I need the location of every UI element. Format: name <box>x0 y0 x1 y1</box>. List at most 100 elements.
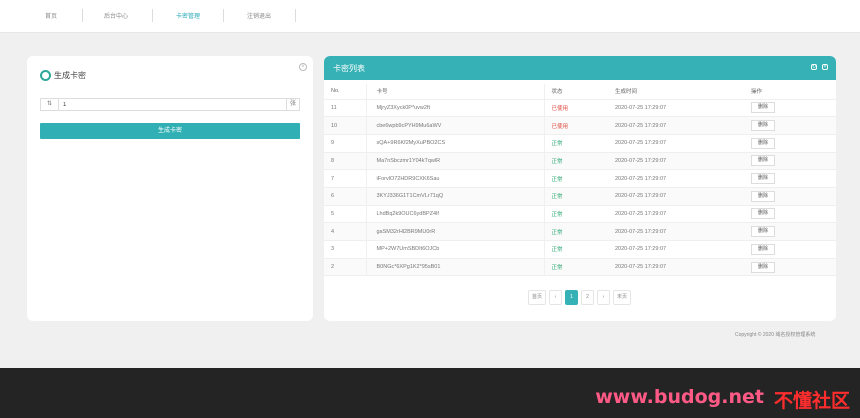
row-status: 正常 <box>543 187 608 206</box>
row-no: 5 <box>324 205 366 224</box>
row-status: 正常 <box>543 222 608 241</box>
col-no: No. <box>324 84 366 100</box>
table-row: 8 Ma7nSbczmr1Y04kTqwlR 正常 2020-07-25 17:29:… <box>324 152 836 171</box>
page-next[interactable]: › <box>597 290 611 305</box>
delete-button[interactable]: 删除 <box>751 155 775 167</box>
table-row: 10 cbe6wpb9cPYH9Mu6aWV 已使用 2020-07-25 17:29… <box>324 116 836 135</box>
row-card-number: sQA+9R6Kf2MyXuPBO2CS <box>365 134 544 153</box>
delete-button[interactable]: 删除 <box>751 243 775 255</box>
nav-logout[interactable]: 注销退出 <box>247 11 271 23</box>
delete-button[interactable]: 删除 <box>751 173 775 185</box>
nav-divider <box>152 9 153 22</box>
card-list-title: 卡密列表 <box>333 64 365 73</box>
sort-icon: ⇅ <box>41 99 59 110</box>
page-1[interactable]: 1 <box>565 290 579 305</box>
close-circle-icon[interactable]: × <box>299 63 307 71</box>
table-row: 5 LhdBq2k9OUC6ydBPZ4lf 正常 2020-07-25 17:29:… <box>324 205 836 224</box>
row-card-number: LhdBq2k9OUC6ydBPZ4lf <box>365 205 544 224</box>
col-status: 状态 <box>543 84 608 100</box>
nav-divider <box>295 9 296 22</box>
row-no: 4 <box>324 222 366 241</box>
nav-divider <box>223 9 224 22</box>
nav-home[interactable]: 首页 <box>45 11 57 23</box>
delete-button[interactable]: 删除 <box>751 190 775 202</box>
generate-panel-title: 生成卡密 <box>40 68 86 82</box>
copyright: Copyright © 2020 域名授权管理系统 <box>735 332 816 338</box>
row-action: 删除 <box>751 205 836 224</box>
quantity-unit: 张 <box>286 99 299 110</box>
circle-icon <box>40 69 51 81</box>
row-no: 8 <box>324 152 366 171</box>
card-list-header: 卡密列表 ↻ × <box>324 56 836 80</box>
row-created-time: 2020-07-25 17:29:07 <box>608 258 751 277</box>
row-action: 删除 <box>751 222 836 241</box>
row-status: 正常 <box>543 134 608 153</box>
close-icon[interactable]: × <box>822 64 828 70</box>
delete-button[interactable]: 删除 <box>751 261 775 273</box>
card-table: No. 卡号 状态 生成时间 操作 11 MjryZ3Xyck0P*uvw2ft 已… <box>324 84 836 277</box>
row-created-time: 2020-07-25 17:29:07 <box>608 169 751 188</box>
page-2[interactable]: 2 <box>581 290 595 305</box>
generate-card-panel: 生成卡密 × ⇅ 张 生成卡密 <box>27 56 313 321</box>
row-no: 9 <box>324 134 366 153</box>
row-card-number: iForvlO72HDR9CXK6Sau <box>365 169 544 188</box>
delete-button[interactable]: 删除 <box>751 120 775 132</box>
table-header-row: No. 卡号 状态 生成时间 操作 <box>324 84 836 100</box>
row-created-time: 2020-07-25 17:29:07 <box>608 205 751 224</box>
nav-admin-center[interactable]: 后台中心 <box>104 11 128 23</box>
row-action: 删除 <box>751 152 836 171</box>
row-created-time: 2020-07-25 17:29:07 <box>608 99 751 118</box>
quantity-input[interactable] <box>59 99 286 110</box>
row-action: 删除 <box>751 240 836 259</box>
row-action: 删除 <box>751 258 836 277</box>
row-status: 已使用 <box>543 99 608 118</box>
pagination: 首页 ‹ 1 2 › 末页 <box>528 290 632 305</box>
row-card-number: cbe6wpb9cPYH9Mu6aWV <box>365 116 544 135</box>
row-action: 删除 <box>751 134 836 153</box>
table-row: 3 MP+2W7UmSBDIt6OJCb 正常 2020-07-25 17:29:07… <box>324 240 836 259</box>
watermark-url: www.budog.net <box>595 386 764 408</box>
table-row: 7 iForvlO72HDR9CXK6Sau 正常 2020-07-25 17:29:… <box>324 169 836 188</box>
watermark-name: 不懂社区 <box>773 390 850 412</box>
row-status: 正常 <box>543 205 608 224</box>
row-action: 删除 <box>751 169 836 188</box>
delete-button[interactable]: 删除 <box>751 102 775 114</box>
col-action: 操作 <box>751 84 836 100</box>
nav-divider <box>82 9 83 22</box>
row-no: 11 <box>324 99 366 118</box>
row-card-number: MP+2W7UmSBDIt6OJCb <box>365 240 544 259</box>
row-created-time: 2020-07-25 17:29:07 <box>608 134 751 153</box>
table-row: 4 gaSM32rHl2BR9MU0rR 正常 2020-07-25 17:29:07… <box>324 222 836 241</box>
row-card-number: Ma7nSbczmr1Y04kTqwlR <box>365 152 544 171</box>
card-list-panel: 卡密列表 ↻ × No. 卡号 状态 生成时间 操作 11 MjryZ3Xyck0… <box>324 56 836 321</box>
row-created-time: 2020-07-25 17:29:07 <box>608 187 751 206</box>
delete-button[interactable]: 删除 <box>751 226 775 238</box>
top-navigation: 首页 后台中心 卡密管理 注销退出 <box>0 0 860 33</box>
row-status: 已使用 <box>543 116 608 135</box>
row-action: 删除 <box>751 187 836 206</box>
table-row: 6 3KYJ336G1T1CmVLr71qQ 正常 2020-07-25 17:29:… <box>324 187 836 206</box>
col-card: 卡号 <box>365 84 544 100</box>
generate-button[interactable]: 生成卡密 <box>40 123 300 139</box>
refresh-icon[interactable]: ↻ <box>811 64 817 70</box>
delete-button[interactable]: 删除 <box>751 137 775 149</box>
delete-button[interactable]: 删除 <box>751 208 775 220</box>
row-status: 正常 <box>543 169 608 188</box>
row-no: 10 <box>324 116 366 135</box>
row-no: 2 <box>324 258 366 277</box>
row-no: 6 <box>324 187 366 206</box>
row-no: 7 <box>324 169 366 188</box>
row-card-number: MjryZ3Xyck0P*uvw2ft <box>365 99 544 118</box>
row-action: 删除 <box>751 99 836 118</box>
col-time: 生成时间 <box>608 84 751 100</box>
table-row: 2 B0NGc*6XPg1K2*95sB01 正常 2020-07-25 17:29:… <box>324 258 836 277</box>
row-created-time: 2020-07-25 17:29:07 <box>608 222 751 241</box>
page-prev[interactable]: ‹ <box>549 290 563 305</box>
watermark: www.budog.net 不懂社区 <box>595 386 850 413</box>
page-last[interactable]: 末页 <box>613 290 632 305</box>
nav-card-management[interactable]: 卡密管理 <box>176 11 200 23</box>
table-row: 11 MjryZ3Xyck0P*uvw2ft 已使用 2020-07-25 17:29… <box>324 99 836 118</box>
row-created-time: 2020-07-25 17:29:07 <box>608 152 751 171</box>
row-no: 3 <box>324 240 366 259</box>
page-first[interactable]: 首页 <box>528 290 547 305</box>
